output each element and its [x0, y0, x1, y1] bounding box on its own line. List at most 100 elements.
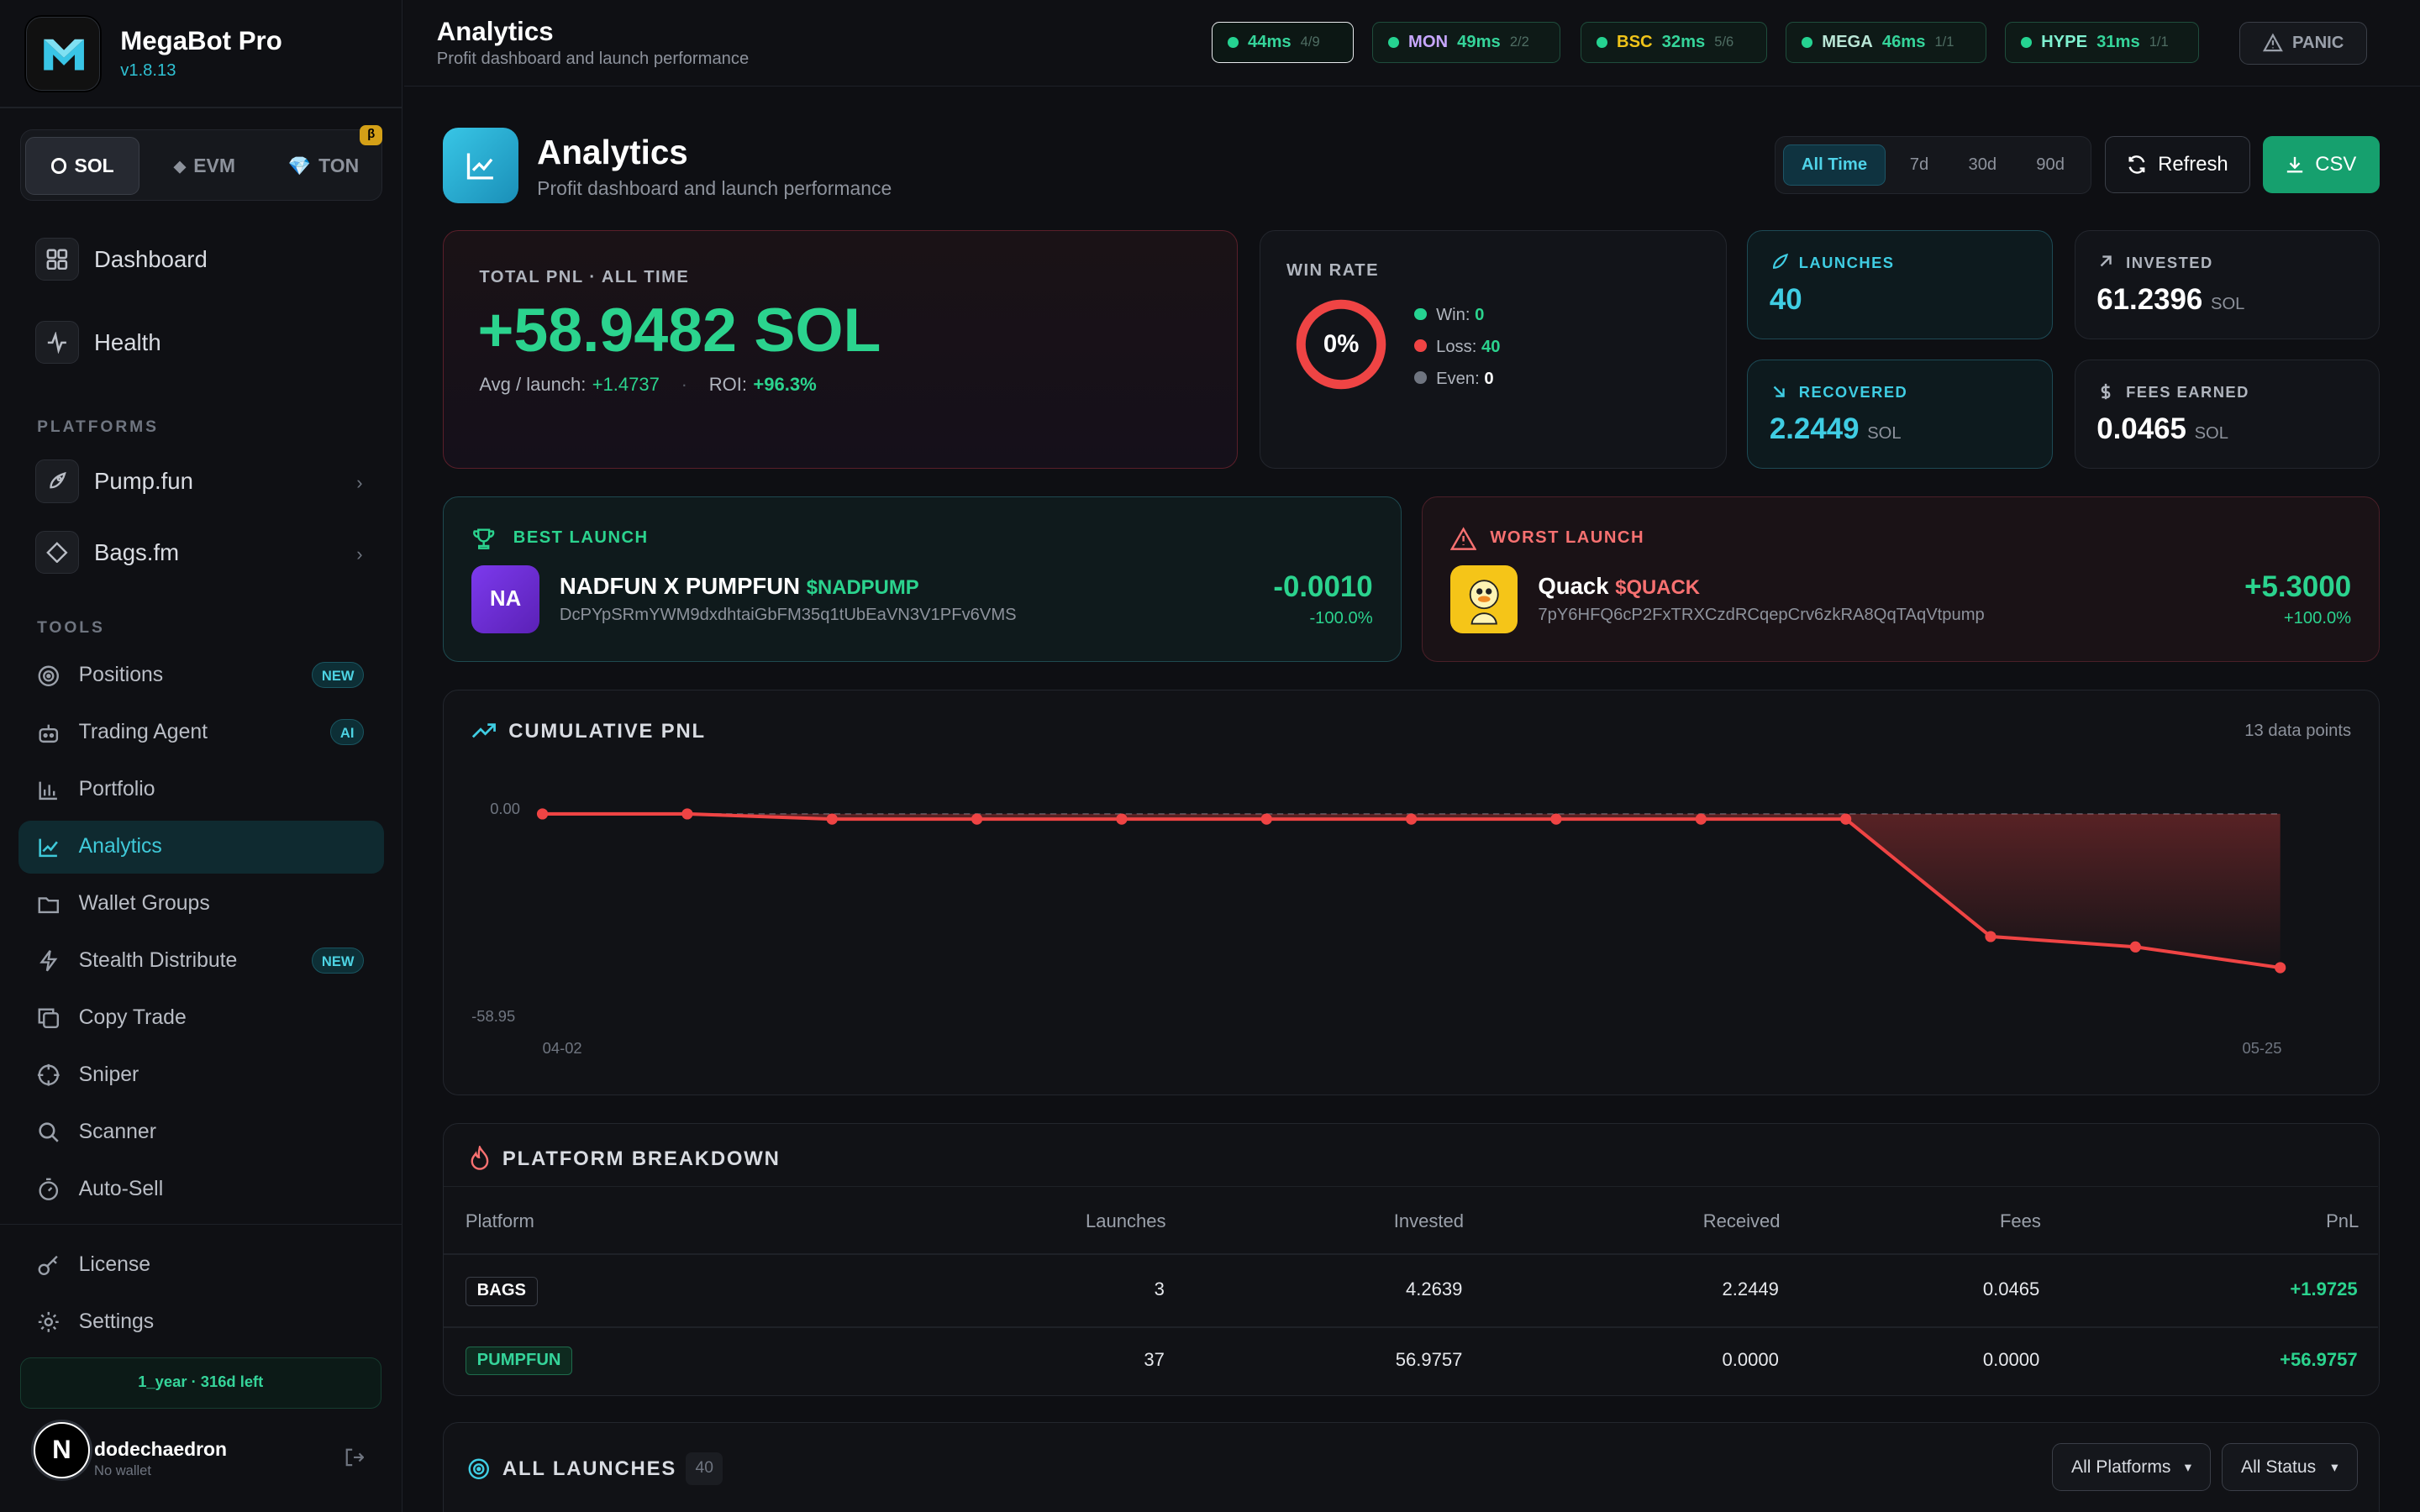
csv-label: CSV [2315, 152, 2357, 176]
rpc-chain: MEGA [1822, 32, 1873, 51]
stat-label: LAUNCHES [1798, 254, 1895, 272]
stat-label: INVESTED [2126, 254, 2213, 272]
column-header[interactable]: PnL [2326, 1210, 2359, 1232]
range-90d[interactable]: 90d [2019, 144, 2081, 186]
chain-label: EVM [193, 155, 235, 177]
pnl-line-chart [537, 808, 2286, 974]
search-icon [39, 1122, 59, 1143]
tool-label: Auto-Sell [78, 1178, 164, 1201]
nav-bagsfm[interactable]: Bags.fm › [35, 530, 363, 575]
data-point [681, 808, 693, 820]
tool-copy-trade[interactable]: Copy Trade [18, 992, 384, 1044]
chain-evm-button[interactable]: ◆ EVM [149, 137, 260, 196]
platform-tag: PUMPFUN [465, 1346, 573, 1376]
rpc-status-bsc[interactable]: BSC 32ms 5/6 [1580, 21, 1767, 64]
tool-label: Analytics [78, 835, 162, 858]
folder-icon [38, 896, 60, 913]
activity-icon [35, 321, 79, 365]
chain-sol-button[interactable]: SOL [25, 136, 140, 196]
roi-value: +96.3% [753, 374, 817, 396]
win-count: 0 [1475, 306, 1485, 325]
status-dot [1597, 37, 1607, 48]
worst-pnl-value: +5.3000 [2244, 570, 2352, 603]
column-header[interactable]: Launches [1086, 1210, 1166, 1232]
stat-label: RECOVERED [1798, 383, 1908, 402]
best-pnl-value: -0.0010 [1273, 570, 1373, 603]
column-header[interactable]: Fees [2000, 1210, 2041, 1232]
tool-positions[interactable]: Positions NEW [18, 649, 384, 701]
pnl-summary: Avg / launch: +1.4737 · ROI: +96.3% [479, 374, 816, 396]
range-30d[interactable]: 30d [1953, 144, 2012, 186]
csv-export-button[interactable]: CSV [2262, 135, 2381, 193]
header-title: Analytics [436, 17, 554, 47]
platform-filter-select[interactable]: All Platforms ▾ [2051, 1443, 2212, 1492]
select-value: All Status [2241, 1457, 2317, 1477]
token-title: Quack $QUACK [1538, 573, 1700, 600]
data-point [1406, 813, 1418, 825]
avatar[interactable]: N [30, 1419, 93, 1482]
column-header[interactable]: Received [1703, 1210, 1781, 1232]
time-range-selector: All Time 7d 30d 90d [1775, 135, 2091, 195]
invested-cell: 4.2639 [1405, 1278, 1463, 1299]
total-pnl-card: TOTAL PNL · ALL TIME +58.9482 SOL Avg / … [443, 229, 1239, 470]
best-launch-card[interactable]: BEST LAUNCH NA NADFUN X PUMPFUN $NADPUMP… [443, 496, 1402, 662]
worst-launch-card[interactable]: WORST LAUNCH Quack $QUACK 7pY6HFQ6cP2FxT… [1421, 496, 2381, 662]
nav-health[interactable]: Health [35, 321, 161, 365]
nav-label: Health [94, 328, 161, 355]
tool-label: Trading Agent [78, 721, 208, 744]
tool-label: Scanner [78, 1121, 156, 1144]
table-row[interactable]: BAGS 3 4.2639 2.2449 0.0465 +1.9725 [444, 1255, 2377, 1326]
tool-portfolio[interactable]: Portfolio [18, 764, 384, 816]
nav-dashboard[interactable]: Dashboard [35, 237, 208, 281]
best-launch-label: BEST LAUNCH [513, 528, 649, 548]
received-cell: 2.2449 [1722, 1278, 1779, 1299]
page-title: Analytics [537, 132, 688, 171]
recovered-stat: RECOVERED 2.2449 SOL [1747, 359, 2053, 470]
rpc-status-sol[interactable]: 44ms 4/9 [1211, 21, 1354, 64]
tool-stealth-distribute[interactable]: Stealth Distribute NEW [18, 935, 384, 987]
range-all-time[interactable]: All Time [1783, 144, 1886, 186]
avg-label: Avg / launch: [479, 374, 587, 396]
chain-ton-button[interactable]: 💎 TON [268, 137, 379, 196]
tool-trading-agent[interactable]: Trading Agent AI [18, 706, 384, 759]
win-rate-card: WIN RATE 0% Win: 0 Loss: 40 Even: 0 [1259, 229, 1728, 470]
rpc-status-mega[interactable]: MEGA 46ms 1/1 [1786, 21, 1986, 64]
tool-wallet-groups[interactable]: Wallet Groups [18, 878, 384, 930]
app-name: MegaBot Pro [120, 26, 282, 56]
rpc-status-mon[interactable]: MON 49ms 2/2 [1371, 21, 1560, 64]
logout-icon[interactable] [345, 1447, 365, 1467]
data-point [1985, 931, 1996, 942]
tool-scanner[interactable]: Scanner [18, 1106, 384, 1158]
all-launches-title: ALL LAUNCHES [502, 1457, 677, 1480]
status-dot [1228, 37, 1239, 48]
refresh-button[interactable]: Refresh [2105, 135, 2250, 193]
breakdown-title: PLATFORM BREAKDOWN [502, 1147, 781, 1170]
chevron-down-icon: ▾ [2331, 1458, 2338, 1475]
total-pnl-label: TOTAL PNL · ALL TIME [479, 267, 690, 286]
status-filter-select[interactable]: All Status ▾ [2222, 1443, 2358, 1492]
warning-icon [2263, 33, 2284, 52]
token-name: NADFUN X PUMPFUN [559, 573, 801, 600]
nav-license[interactable]: License [18, 1239, 384, 1291]
data-point [1840, 813, 1852, 825]
rpc-chain: HYPE [2041, 32, 2088, 51]
avatar-initial: N [35, 1424, 88, 1477]
tool-auto-sell[interactable]: Auto-Sell [18, 1163, 384, 1215]
nav-pumpfun[interactable]: Pump.fun › [35, 459, 363, 503]
tool-analytics[interactable]: Analytics [18, 821, 385, 874]
launch-count-badge: 40 [686, 1452, 723, 1485]
table-row[interactable]: PUMPFUN 37 56.9757 0.0000 0.0000 +56.975… [444, 1328, 2377, 1396]
panic-button[interactable]: PANIC [2239, 21, 2368, 66]
nav-settings[interactable]: Settings [18, 1296, 384, 1348]
tools-section-label: TOOLS [37, 618, 105, 637]
column-header[interactable]: Platform [466, 1210, 534, 1232]
column-header[interactable]: Invested [1394, 1210, 1464, 1232]
stat-unit: SOL [2194, 424, 2228, 444]
range-7d[interactable]: 7d [1893, 144, 1945, 186]
nav-label: Dashboard [94, 245, 208, 272]
pnl-cell: +56.9757 [2280, 1349, 2358, 1371]
nav-label: Pump.fun [94, 468, 193, 495]
analytics-icon [443, 128, 519, 204]
rpc-status-hype[interactable]: HYPE 31ms 1/1 [2004, 21, 2200, 64]
tool-sniper[interactable]: Sniper [18, 1049, 384, 1101]
